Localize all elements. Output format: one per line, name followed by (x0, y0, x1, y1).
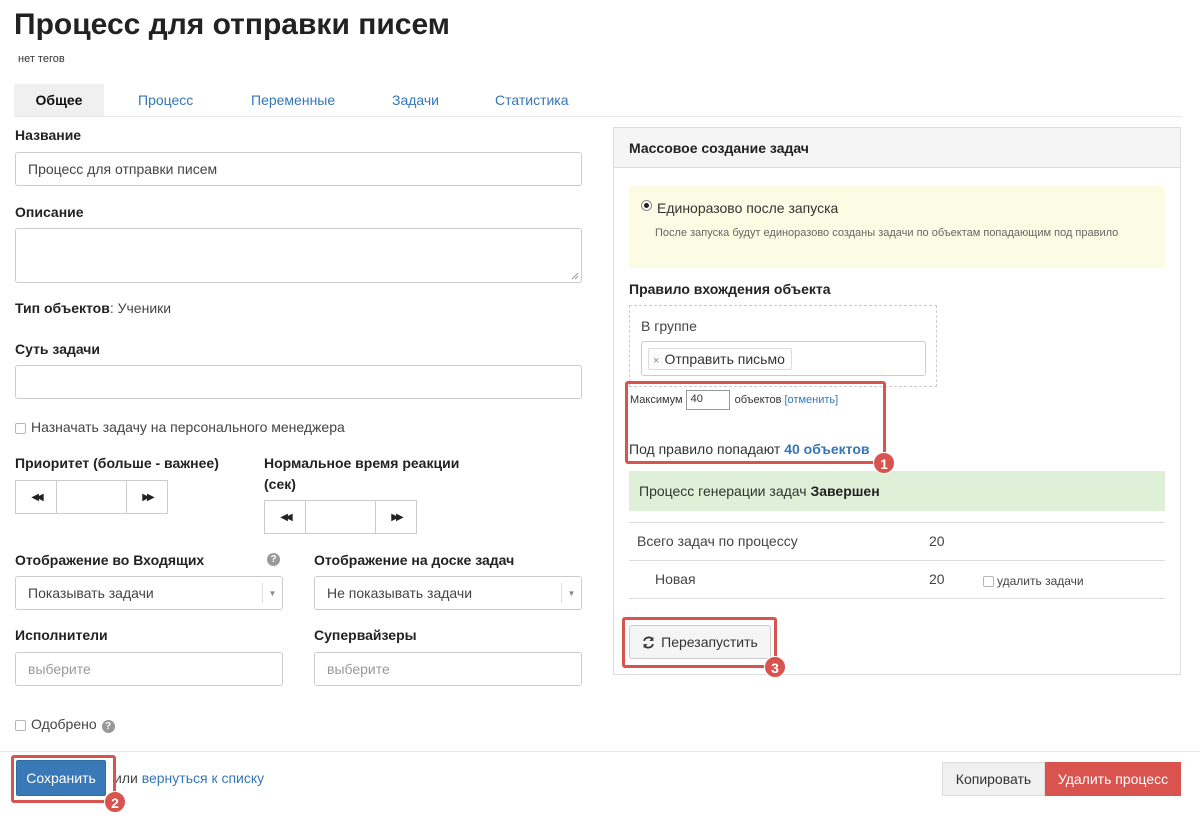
priority-stepper: ◀◀ ▶▶ (15, 480, 168, 514)
task-essence-label: Суть задачи (15, 341, 101, 357)
delete-tasks-row: удалить задачи (983, 574, 1084, 588)
object-type-row: Тип объектов: Ученики (15, 300, 171, 316)
description-label: Описание (15, 204, 84, 220)
rewind-icon[interactable]: ◀◀ (265, 501, 305, 533)
highlight-frame-3 (622, 617, 777, 668)
task-essence-input[interactable] (15, 365, 582, 399)
assign-manager-row: Назначать задачу на персонального менедж… (15, 419, 345, 435)
assign-manager-label: Назначать задачу на персонального менедж… (31, 419, 345, 435)
name-input[interactable]: Процесс для отправки писем (15, 152, 582, 186)
inbox-display-select[interactable]: Показывать задачи ▼ (15, 576, 283, 610)
rewind-icon[interactable]: ◀◀ (16, 481, 56, 513)
help-icon[interactable]: ? (267, 553, 280, 566)
fast-forward-icon[interactable]: ▶▶ (376, 501, 416, 533)
delete-tasks-checkbox[interactable] (983, 576, 994, 588)
object-type-value: : Ученики (109, 300, 172, 316)
footer-divider (0, 751, 1200, 752)
reaction-time-input[interactable] (305, 501, 376, 533)
approved-row: Одобрено ? (15, 716, 115, 733)
tab-statistics[interactable]: Статистика (475, 84, 589, 116)
resize-handle-icon[interactable] (571, 272, 579, 280)
back-row: или вернуться к списку (114, 770, 264, 786)
dropdown-arrow-icon: ▼ (262, 583, 282, 603)
stats-divider (629, 522, 1165, 523)
board-display-label: Отображение на доске задач (314, 552, 515, 568)
name-label: Название (15, 127, 82, 143)
delete-process-button[interactable]: Удалить процесс (1045, 762, 1181, 796)
inbox-display-value: Показывать задачи (28, 585, 154, 601)
tab-general[interactable]: Общее (14, 84, 104, 116)
assign-manager-checkbox[interactable] (15, 422, 26, 434)
new-tasks-label: Новая (655, 571, 696, 587)
object-type-label: Тип объектов (15, 300, 110, 316)
description-textarea[interactable] (15, 228, 582, 283)
reaction-time-stepper: ◀◀ ▶▶ (264, 500, 417, 534)
tab-tasks[interactable]: Задачи (372, 84, 459, 116)
delete-tasks-label: удалить задачи (997, 574, 1084, 588)
highlight-frame-2 (11, 755, 116, 803)
total-tasks-value: 20 (929, 533, 945, 549)
tab-process[interactable]: Процесс (118, 84, 213, 116)
once-after-launch-hint: После запуска будут единоразово созданы … (655, 227, 1119, 239)
tabs-divider (14, 116, 1182, 117)
page-title: Процесс для отправки писем (14, 8, 450, 41)
generation-status-label: Процесс генерации задач (639, 483, 807, 499)
once-after-launch-label: Единоразово после запуска (657, 200, 839, 216)
group-tag-label: Отправить письмо (664, 350, 785, 367)
once-after-launch-radio[interactable] (641, 200, 652, 211)
board-display-value: Не показывать задачи (327, 585, 473, 601)
priority-label: Приоритет (больше - важнее) (15, 455, 219, 471)
or-text: или (114, 770, 138, 786)
reaction-time-label: Нормальное время реакции (264, 455, 460, 471)
approved-checkbox[interactable] (15, 719, 26, 731)
dropdown-arrow-icon: ▼ (561, 583, 581, 603)
back-to-list-link[interactable]: вернуться к списку (142, 770, 264, 786)
remove-tag-icon[interactable]: × (653, 355, 659, 367)
group-select[interactable]: × Отправить письмо (641, 341, 926, 376)
stats-divider (629, 560, 1165, 561)
annotation-badge-1: 1 (873, 452, 895, 474)
performers-input[interactable]: выберите (15, 652, 283, 686)
highlight-frame-1 (625, 381, 886, 464)
copy-button[interactable]: Копировать (942, 762, 1045, 796)
supervisors-label: Супервайзеры (314, 627, 417, 643)
fast-forward-icon[interactable]: ▶▶ (127, 481, 167, 513)
priority-input[interactable] (56, 481, 127, 513)
in-group-label: В группе (641, 318, 697, 334)
group-tag: × Отправить письмо (648, 347, 792, 370)
generation-status-value: Завершен (810, 483, 880, 499)
total-tasks-label: Всего задач по процессу (637, 533, 798, 549)
mass-creation-title: Массовое создание задач (614, 128, 1180, 168)
tags-label: нет тегов (18, 53, 65, 65)
rule-label: Правило вхождения объекта (629, 281, 831, 297)
approved-label: Одобрено (31, 716, 97, 732)
inbox-display-label: Отображение во Входящих (15, 552, 205, 568)
help-icon[interactable]: ? (101, 720, 115, 733)
annotation-badge-3: 3 (764, 656, 786, 678)
board-display-select[interactable]: Не показывать задачи ▼ (314, 576, 582, 610)
annotation-badge-2: 2 (104, 791, 126, 813)
generation-status: Процесс генерации задач Завершен (629, 471, 1165, 511)
reaction-time-unit: (сек) (264, 476, 296, 492)
new-tasks-value: 20 (929, 571, 945, 587)
stats-divider (629, 598, 1165, 599)
supervisors-input[interactable]: выберите (314, 652, 582, 686)
performers-label: Исполнители (15, 627, 108, 643)
tab-variables[interactable]: Переменные (231, 84, 355, 116)
